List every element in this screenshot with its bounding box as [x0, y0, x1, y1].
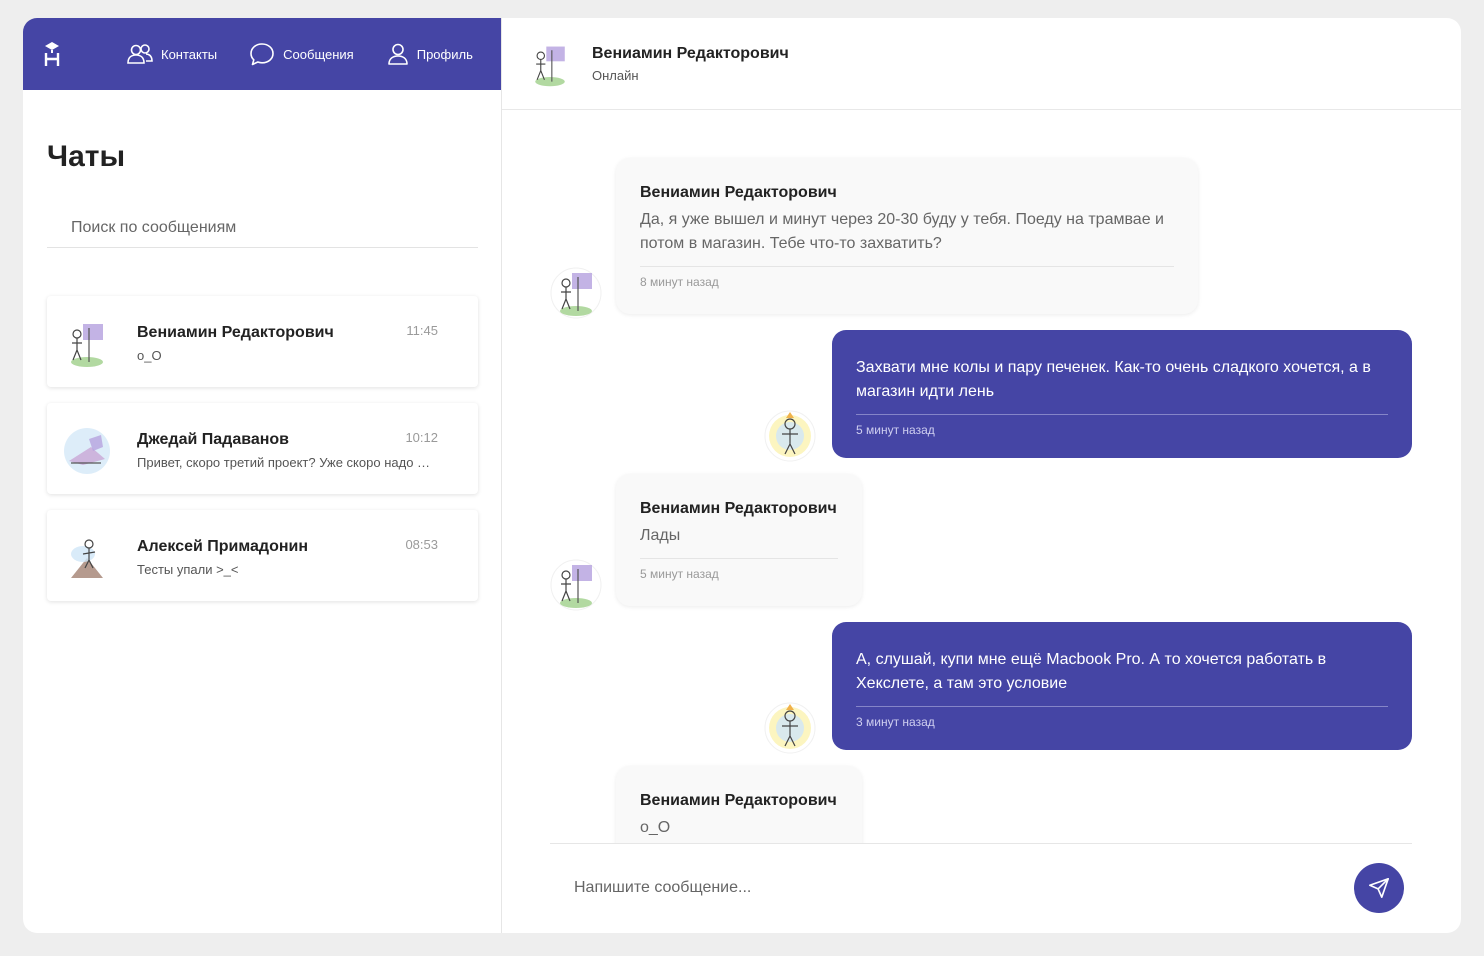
avatar — [62, 426, 112, 476]
nav-messages[interactable]: Сообщения — [249, 42, 354, 66]
send-button[interactable] — [1354, 863, 1404, 913]
chat-partner-name: Вениамин Редакторович — [592, 45, 789, 62]
chat-list-item[interactable]: Алексей Примадонин 08:53 Тесты упали >_< — [47, 510, 478, 601]
send-icon — [1369, 878, 1389, 898]
message-text: А, слушай, купи мне ещё Macbook Pro. А т… — [856, 651, 1327, 692]
message-divider — [640, 558, 838, 559]
outgoing-message: А, слушай, купи мне ещё Macbook Pro. А т… — [832, 622, 1412, 750]
chat-bubble-icon — [250, 43, 274, 66]
message-text: Захвати мне колы и пару печенек. Как-то … — [856, 359, 1371, 400]
message-text: Лады — [640, 527, 681, 544]
message-time: 8 минут назад — [640, 275, 719, 289]
chat-list-item[interactable]: Джедай Падаванов 10:12 Привет, скоро тре… — [47, 403, 478, 494]
chat-time: 11:45 — [406, 323, 438, 338]
user-icon — [387, 43, 408, 65]
chat-preview: o_O — [137, 348, 162, 363]
message-divider — [856, 414, 1388, 415]
nav-contacts-label: Контакты — [161, 46, 218, 62]
avatar — [62, 319, 112, 369]
incoming-message: Вениамин Редакторович Да, я уже вышел и … — [616, 158, 1198, 314]
avatar — [764, 702, 816, 754]
message-time: 3 минут назад — [856, 715, 935, 729]
message-text: Да, я уже вышел и минут через 20-30 буду… — [640, 211, 1164, 252]
chat-name: Вениамин Редакторович — [137, 324, 334, 341]
messenger-app: Контакты Сообщения Профиль Чаты Поиск по… — [23, 18, 1461, 933]
incoming-message: Вениамин Редакторович Лады 5 минут назад — [616, 474, 862, 606]
chat-time: 10:12 — [405, 430, 438, 445]
message-author: Вениамин Редакторович — [640, 184, 837, 201]
online-status: Онлайн — [592, 68, 639, 83]
avatar — [764, 410, 816, 462]
avatar[interactable] — [526, 40, 574, 90]
sidebar: Контакты Сообщения Профиль Чаты Поиск по… — [23, 18, 502, 933]
avatar — [62, 533, 112, 583]
composer-divider — [550, 843, 1412, 844]
message-divider — [856, 706, 1388, 707]
message-divider — [640, 266, 1174, 267]
avatar — [550, 267, 602, 319]
nav-contacts[interactable]: Контакты — [127, 44, 217, 64]
avatar — [550, 559, 602, 611]
contacts-icon — [127, 44, 153, 64]
chat-name: Алексей Примадонин — [137, 538, 309, 555]
message-author: Вениамин Редакторович — [640, 792, 837, 809]
nav-profile-label: Профиль — [416, 46, 473, 62]
message-time: 5 минут назад — [640, 567, 719, 581]
message-list[interactable]: Вениамин Редакторович Да, я уже вышел и … — [502, 110, 1460, 843]
outgoing-message: Захвати мне колы и пару печенек. Как-то … — [832, 330, 1412, 458]
incoming-message: Вениамин Редакторович o_O — [616, 766, 862, 843]
chat-panel: Вениамин Редакторович Онлайн Вениамин Ре… — [502, 18, 1461, 933]
search-input[interactable] — [47, 208, 478, 248]
chat-list-item[interactable]: Вениамин Редакторович 11:45 o_O — [47, 296, 478, 387]
top-navigation: Контакты Сообщения Профиль — [23, 18, 501, 90]
nav-messages-label: Сообщения — [283, 46, 354, 62]
chat-header: Вениамин Редакторович Онлайн — [502, 18, 1461, 110]
message-input[interactable] — [550, 868, 1340, 908]
message-time: 5 минут назад — [856, 423, 935, 437]
message-author: Вениамин Редакторович — [640, 500, 837, 517]
chats-title: Чаты — [47, 140, 126, 173]
chat-time: 08:53 — [405, 537, 438, 552]
chat-name: Джедай Падаванов — [137, 431, 290, 448]
message-text: o_O — [640, 819, 671, 836]
chat-preview: Тесты упали >_< — [137, 562, 239, 577]
nav-profile[interactable]: Профиль — [387, 43, 473, 65]
chat-preview: Привет, скоро третий проект? Уже скоро н… — [137, 455, 437, 470]
hexlet-logo[interactable] — [23, 18, 81, 90]
